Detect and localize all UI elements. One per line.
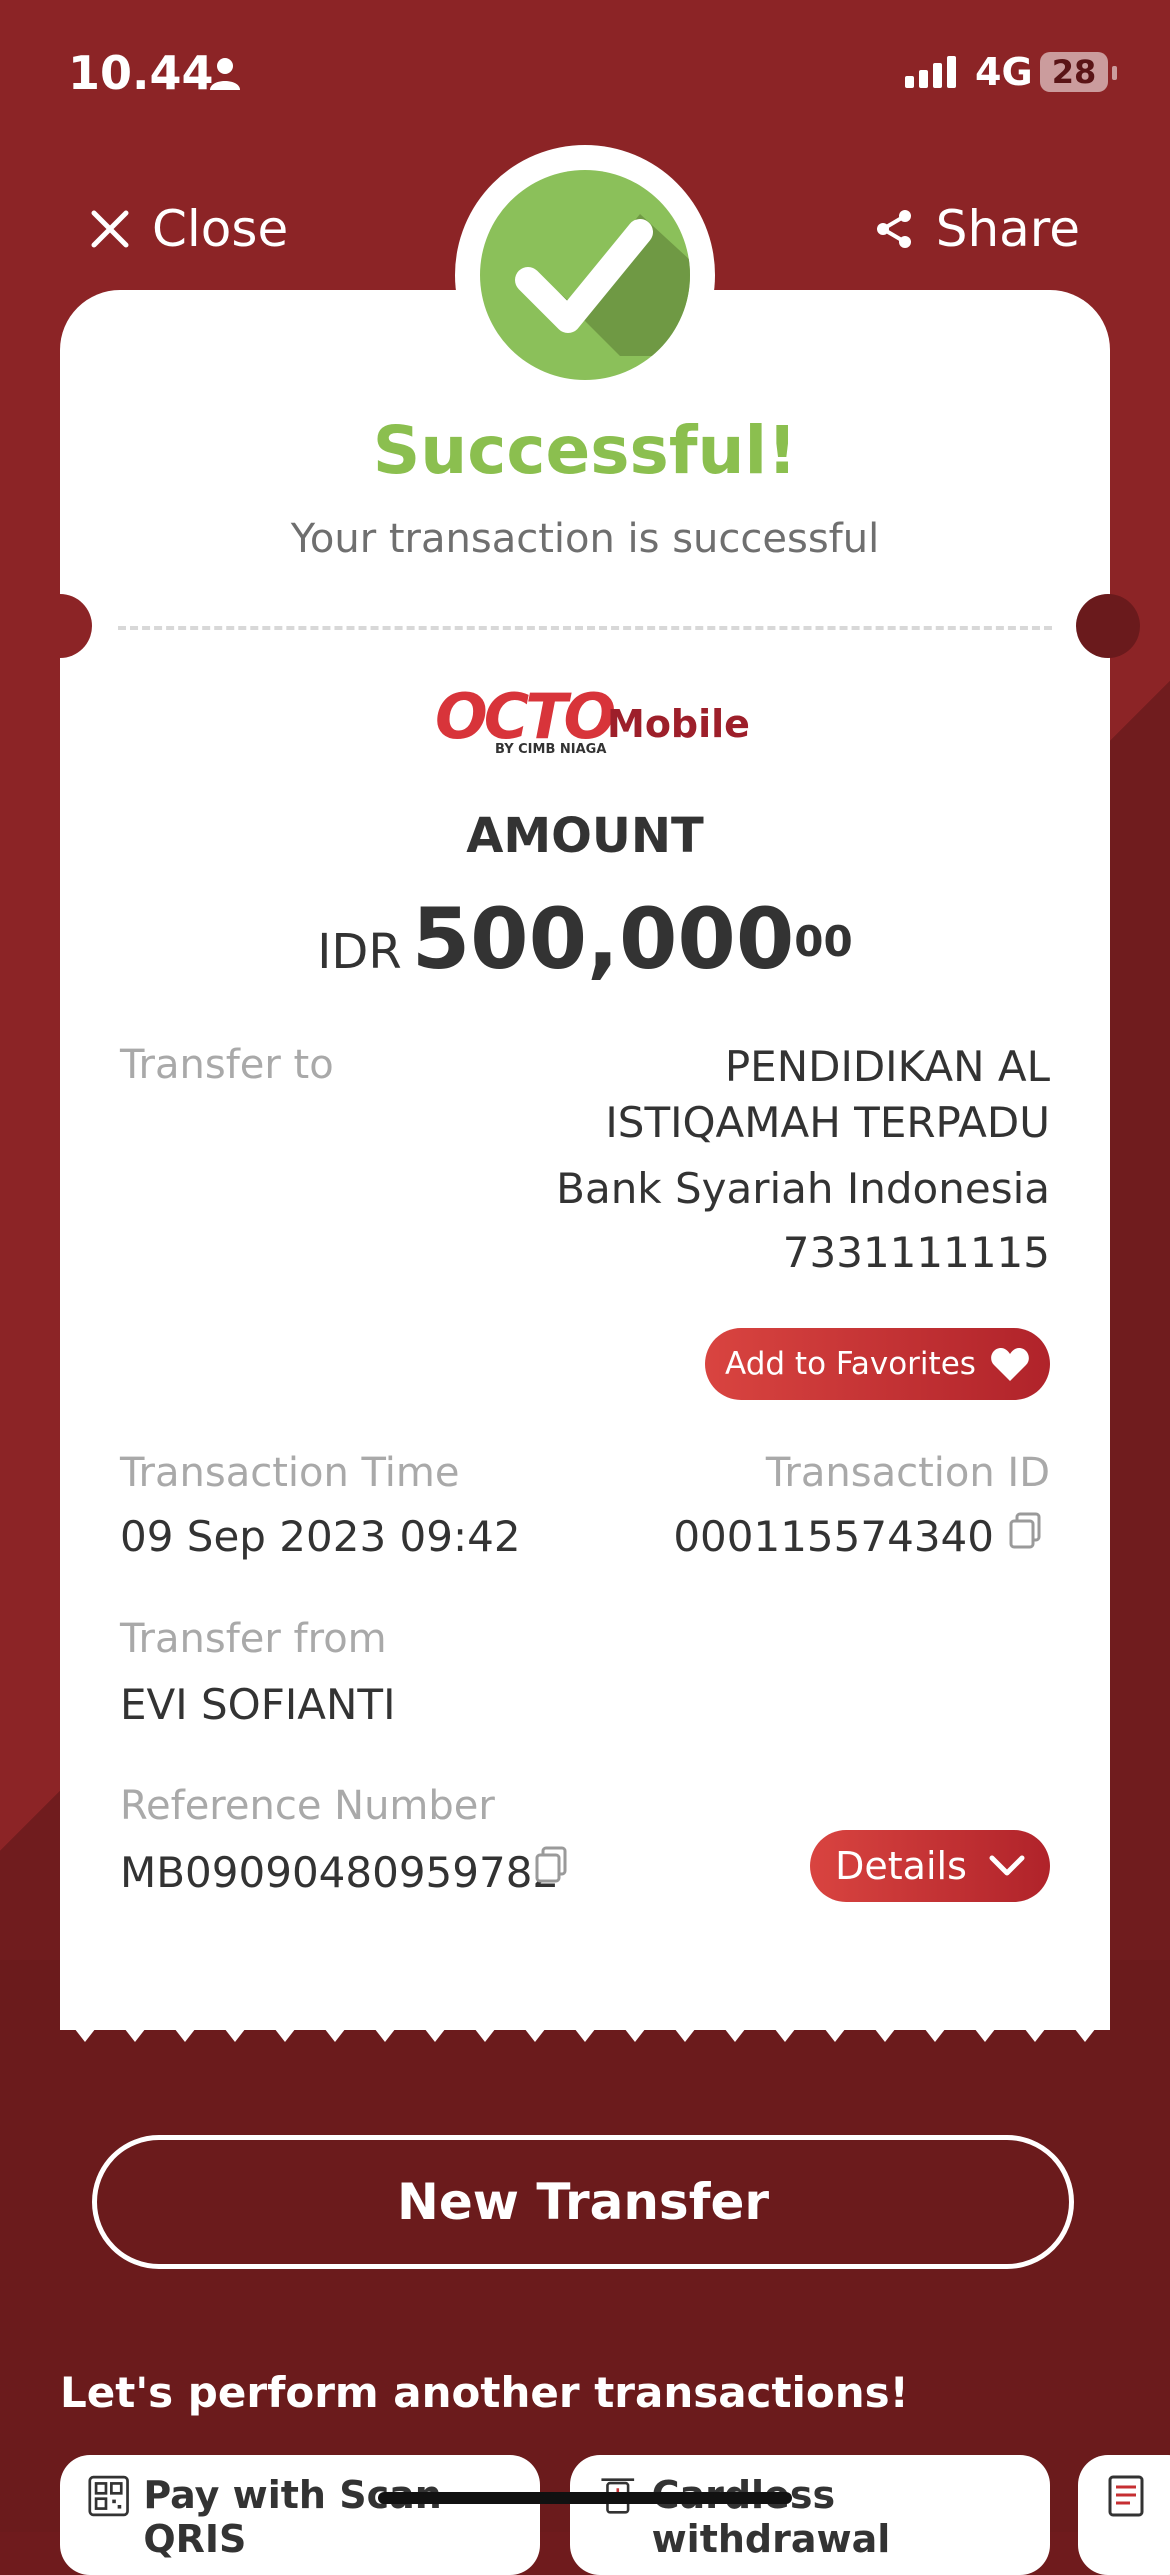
success-subtitle: Your transaction is successful bbox=[290, 516, 880, 562]
chevron-down-icon bbox=[989, 1855, 1025, 1876]
heart-icon bbox=[991, 1348, 1029, 1381]
transfer-from-label: Transfer from bbox=[120, 1616, 387, 1662]
close-icon bbox=[91, 210, 129, 248]
receipt-zigzag-edge bbox=[60, 2010, 1110, 2042]
copy-reference-icon[interactable] bbox=[534, 1846, 568, 1884]
card-notch-left bbox=[28, 594, 92, 658]
transaction-time-value: 09 Sep 2023 09:42 bbox=[120, 1512, 521, 1561]
amount-currency: IDR bbox=[317, 924, 402, 980]
cardless-withdrawal-shortcut[interactable]: Cardless withdrawal bbox=[570, 2455, 1050, 2575]
recipient-name-line2: ISTIQAMAH TERPADU bbox=[605, 1098, 1050, 1147]
transaction-id-label: Transaction ID bbox=[765, 1450, 1050, 1496]
amount-value: IDR 500,00000 bbox=[0, 890, 1170, 988]
details-label: Details bbox=[835, 1844, 967, 1888]
octo-mobile-logo: OCTO Mobile BY CIMB NIAGA bbox=[435, 680, 750, 757]
transfer-to-label: Transfer to bbox=[120, 1042, 334, 1088]
network-type: 4G bbox=[975, 50, 1033, 94]
amount-number: 500,000 bbox=[411, 890, 795, 988]
close-label: Close bbox=[152, 200, 289, 258]
success-check-icon bbox=[480, 170, 690, 380]
another-transactions-heading: Let's perform another transactions! bbox=[60, 2368, 909, 2417]
transaction-time-label: Transaction Time bbox=[120, 1450, 460, 1496]
share-icon bbox=[876, 210, 911, 248]
battery-tip bbox=[1112, 66, 1117, 80]
close-button[interactable]: Close bbox=[90, 200, 288, 258]
share-label: Share bbox=[935, 200, 1080, 258]
dashed-divider bbox=[118, 626, 1052, 630]
recipient-account: 7331111115 bbox=[782, 1228, 1050, 1277]
details-button[interactable]: Details bbox=[810, 1830, 1050, 1902]
share-button[interactable]: Share bbox=[874, 200, 1080, 258]
home-indicator bbox=[378, 2492, 792, 2504]
another-transaction-shortcut[interactable] bbox=[1078, 2455, 1170, 2575]
amount-decimals: 00 bbox=[794, 916, 853, 966]
transfer-from-value: EVI SOFIANTI bbox=[120, 1680, 396, 1729]
amount-label: AMOUNT bbox=[466, 808, 704, 864]
transaction-id-value: 000115574340 bbox=[673, 1512, 994, 1561]
receipt-icon bbox=[1108, 2475, 1144, 2517]
cardless-withdrawal-label: Cardless withdrawal bbox=[651, 2473, 891, 2561]
signal-icon bbox=[905, 56, 961, 88]
pay-with-qris-shortcut[interactable]: Pay with Scan QRIS bbox=[60, 2455, 540, 2575]
reference-number-label: Reference Number bbox=[120, 1783, 495, 1829]
qr-icon bbox=[88, 2475, 129, 2517]
add-to-favorites-label: Add to Favorites bbox=[725, 1346, 976, 1382]
card-notch-right bbox=[1076, 594, 1140, 658]
reference-number-value: MB09090480959782 bbox=[120, 1848, 560, 1897]
person-icon bbox=[210, 58, 240, 90]
status-time: 10.44 bbox=[68, 46, 214, 100]
status-bar: 10.44 4G 28 bbox=[0, 0, 1170, 140]
success-title: Successful! bbox=[372, 412, 798, 489]
recipient-bank: Bank Syariah Indonesia bbox=[556, 1164, 1050, 1213]
copy-transaction-id-icon[interactable] bbox=[1008, 1512, 1042, 1550]
battery-icon: 28 bbox=[1040, 52, 1108, 92]
add-to-favorites-button[interactable]: Add to Favorites bbox=[705, 1328, 1050, 1400]
new-transfer-button[interactable]: New Transfer bbox=[92, 2135, 1074, 2269]
recipient-name-line1: PENDIDIKAN AL bbox=[724, 1042, 1050, 1091]
pay-with-qris-label: Pay with Scan QRIS bbox=[143, 2473, 442, 2561]
